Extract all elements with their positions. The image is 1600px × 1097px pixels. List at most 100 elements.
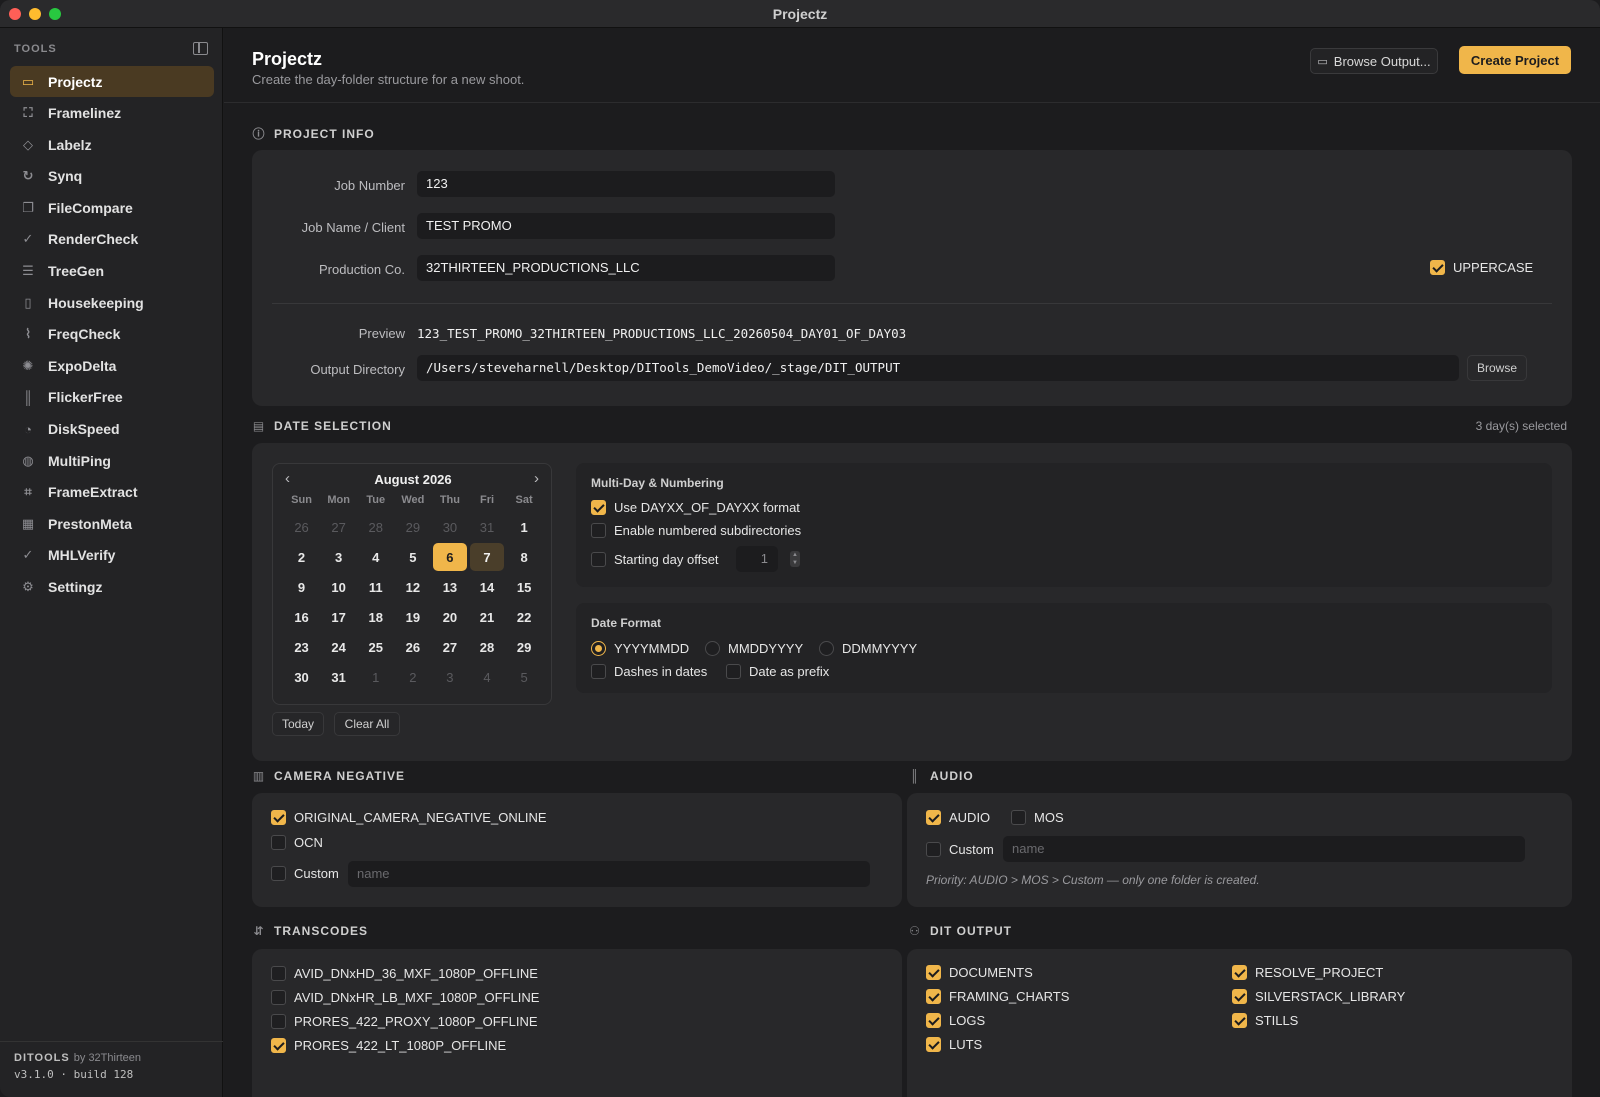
calendar-day[interactable]: 21 [468, 602, 505, 632]
ocn-checkbox[interactable]: OCN [271, 835, 323, 850]
sidebar-item-prestonmeta[interactable]: ▦ PrestonMeta [10, 508, 214, 539]
calendar-day[interactable]: 16 [283, 602, 320, 632]
calendar-day[interactable]: 19 [394, 602, 431, 632]
calendar-day[interactable]: 28 [357, 512, 394, 542]
calendar-day[interactable]: 4 [468, 662, 505, 692]
calendar-day[interactable]: 1 [506, 512, 543, 542]
dashes-checkbox[interactable]: Dashes in dates [591, 664, 707, 679]
clear-all-button[interactable]: Clear All [334, 712, 400, 736]
calendar-day[interactable]: 26 [394, 632, 431, 662]
sidebar-item-flickerfree[interactable]: ║ FlickerFree [10, 382, 214, 413]
sidebar-item-labelz[interactable]: ◇ Labelz [10, 129, 214, 160]
dit-output-checkbox[interactable]: LOGS [926, 1013, 985, 1028]
audio-custom-checkbox[interactable]: Custom [926, 842, 994, 857]
zoom-window-button[interactable] [49, 8, 61, 20]
transcode-checkbox[interactable]: PRORES_422_PROXY_1080P_OFFLINE [271, 1014, 538, 1029]
dit-output-checkbox[interactable]: SILVERSTACK_LIBRARY [1232, 989, 1405, 1004]
camera-custom-checkbox[interactable]: Custom [271, 866, 339, 881]
browse-button[interactable]: Browse [1467, 355, 1527, 381]
calendar-day[interactable]: 29 [394, 512, 431, 542]
minimize-window-button[interactable] [29, 8, 41, 20]
calendar-day[interactable]: 1 [357, 662, 394, 692]
sidebar-item-frameextract[interactable]: ⌗ FrameExtract [10, 477, 214, 508]
sidebar-item-filecompare[interactable]: ❐ FileCompare [10, 192, 214, 223]
calendar-day[interactable]: 29 [506, 632, 543, 662]
output-dir-input[interactable]: /Users/steveharnell/Desktop/DITools_Demo… [417, 355, 1459, 381]
use-dayxx-checkbox[interactable]: Use DAYXX_OF_DAYXX format [591, 500, 800, 515]
calendar-day[interactable]: 5 [506, 662, 543, 692]
sidebar-item-rendercheck[interactable]: ✓ RenderCheck [10, 224, 214, 255]
calendar-day[interactable]: 28 [468, 632, 505, 662]
start-offset-checkbox[interactable]: Starting day offset [591, 552, 719, 567]
transcode-checkbox[interactable]: PRORES_422_LT_1080P_OFFLINE [271, 1038, 506, 1053]
create-project-button[interactable]: Create Project [1459, 46, 1571, 74]
dit-output-checkbox[interactable]: DOCUMENTS [926, 965, 1033, 980]
calendar-day[interactable]: 18 [357, 602, 394, 632]
production-input[interactable]: 32THIRTEEN_PRODUCTIONS_LLC [417, 255, 835, 281]
sidebar-item-synq[interactable]: ↻ Synq [10, 161, 214, 192]
ocn-online-checkbox[interactable]: ORIGINAL_CAMERA_NEGATIVE_ONLINE [271, 810, 547, 825]
uppercase-checkbox[interactable]: UPPERCASE [1430, 260, 1533, 275]
calendar-day[interactable]: 30 [431, 512, 468, 542]
calendar-day[interactable]: 2 [283, 542, 320, 572]
calendar-day[interactable]: 26 [283, 512, 320, 542]
job-number-input[interactable]: 123 [417, 171, 835, 197]
sidebar-item-housekeeping[interactable]: ▯ Housekeeping [10, 287, 214, 318]
close-window-button[interactable] [9, 8, 21, 20]
calendar-day[interactable]: 22 [506, 602, 543, 632]
format-yyyymmdd-radio[interactable]: YYYYMMDD [591, 641, 689, 656]
calendar-day[interactable]: 8 [506, 542, 543, 572]
numbered-subdirs-checkbox[interactable]: Enable numbered subdirectories [591, 523, 801, 538]
format-ddmmyyyy-radio[interactable]: DDMMYYYY [819, 641, 917, 656]
calendar-day[interactable]: 15 [506, 572, 543, 602]
sidebar-item-freqcheck[interactable]: ⌇ FreqCheck [10, 319, 214, 350]
calendar-day[interactable]: 14 [468, 572, 505, 602]
offset-input[interactable]: 1 [736, 546, 778, 572]
calendar-day[interactable]: 5 [394, 542, 431, 572]
sidebar-item-projectz[interactable]: ▭ Projectz [10, 66, 214, 97]
calendar-day[interactable]: 4 [357, 542, 394, 572]
calendar-day[interactable]: 12 [394, 572, 431, 602]
calendar-day[interactable]: 24 [320, 632, 357, 662]
date-prefix-checkbox[interactable]: Date as prefix [726, 664, 829, 679]
calendar-day[interactable]: 13 [431, 572, 468, 602]
calendar-day[interactable]: 31 [320, 662, 357, 692]
calendar-day[interactable]: 6 [431, 542, 468, 572]
sidebar-item-diskspeed[interactable]: ◔ DiskSpeed [10, 414, 214, 445]
calendar-day[interactable]: 2 [394, 662, 431, 692]
calendar-day[interactable]: 3 [320, 542, 357, 572]
camera-custom-input[interactable]: name [348, 861, 870, 887]
dit-output-checkbox[interactable]: FRAMING_CHARTS [926, 989, 1069, 1004]
calendar-day[interactable]: 20 [431, 602, 468, 632]
dit-output-checkbox[interactable]: STILLS [1232, 1013, 1298, 1028]
calendar-day[interactable]: 17 [320, 602, 357, 632]
audio-checkbox[interactable]: AUDIO [926, 810, 990, 825]
stepper-arrows-icon[interactable]: ▲ ▼ [790, 551, 800, 567]
sidebar-item-settingz[interactable]: ⚙ Settingz [10, 572, 214, 603]
transcode-checkbox[interactable]: AVID_DNxHD_36_MXF_1080P_OFFLINE [271, 966, 538, 981]
dit-output-checkbox[interactable]: RESOLVE_PROJECT [1232, 965, 1383, 980]
calendar-day[interactable]: 10 [320, 572, 357, 602]
calendar-day[interactable]: 3 [431, 662, 468, 692]
sidebar-item-multiping[interactable]: ◍ MultiPing [10, 445, 214, 476]
calendar-day[interactable]: 9 [283, 572, 320, 602]
calendar-day[interactable]: 31 [468, 512, 505, 542]
sidebar-toggle-icon[interactable] [193, 42, 208, 55]
sidebar-item-framelinez[interactable]: ⛶ Framelinez [10, 98, 214, 129]
sidebar-item-expodelta[interactable]: ✺ ExpoDelta [10, 350, 214, 381]
transcode-checkbox[interactable]: AVID_DNxHR_LB_MXF_1080P_OFFLINE [271, 990, 539, 1005]
dit-output-checkbox[interactable]: LUTS [926, 1037, 982, 1052]
calendar-day[interactable]: 25 [357, 632, 394, 662]
browse-output-button[interactable]: ▭ Browse Output... [1310, 48, 1438, 74]
calendar-day[interactable]: 30 [283, 662, 320, 692]
mos-checkbox[interactable]: MOS [1011, 810, 1064, 825]
calendar-day[interactable]: 23 [283, 632, 320, 662]
sidebar-item-mhlverify[interactable]: ✓ MHLVerify [10, 540, 214, 571]
calendar-day[interactable]: 27 [320, 512, 357, 542]
job-name-input[interactable]: TEST PROMO [417, 213, 835, 239]
sidebar-item-treegen[interactable]: ☰ TreeGen [10, 256, 214, 287]
format-mmddyyyy-radio[interactable]: MMDDYYYY [705, 641, 803, 656]
audio-custom-input[interactable]: name [1003, 836, 1525, 862]
calendar-day[interactable]: 11 [357, 572, 394, 602]
chevron-right-icon[interactable]: › [534, 470, 539, 487]
